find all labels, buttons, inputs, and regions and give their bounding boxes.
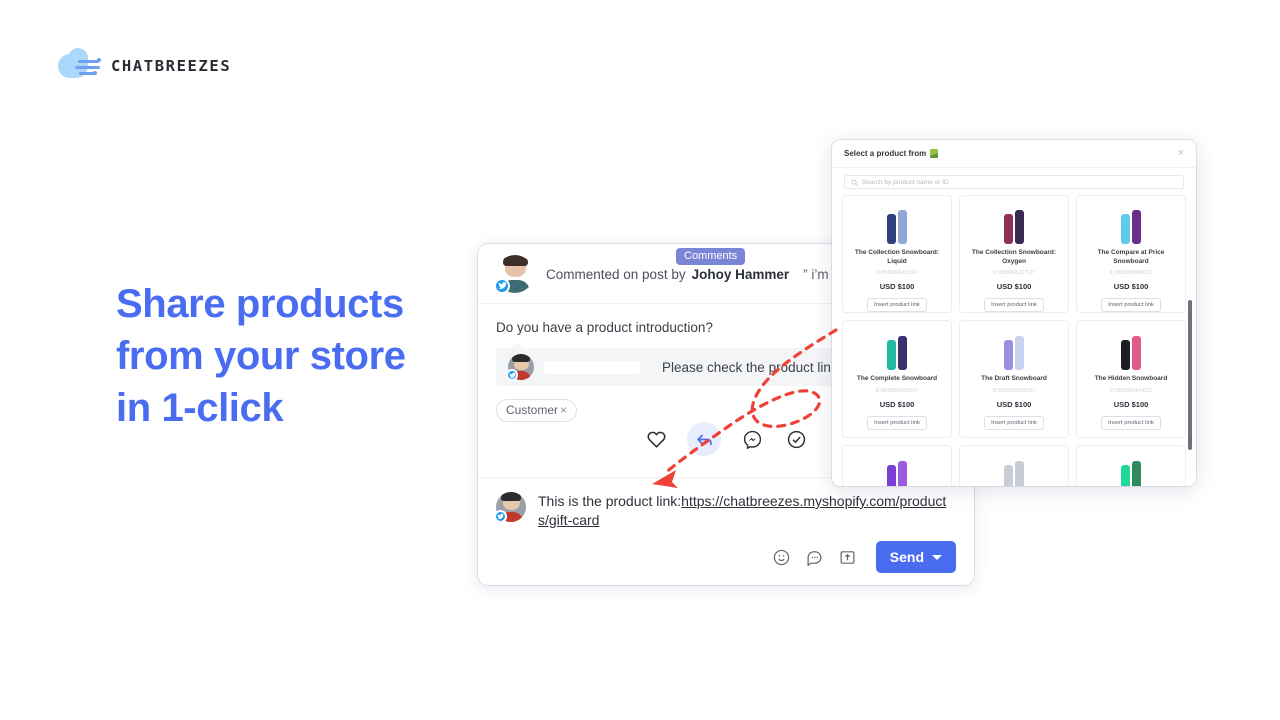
modal-title: Select a product from bbox=[844, 149, 939, 158]
product-card[interactable] bbox=[959, 445, 1069, 486]
reply-input[interactable]: This is the product link:https://chatbre… bbox=[538, 492, 950, 530]
status-badge: Comments bbox=[676, 248, 746, 265]
product-image bbox=[1004, 453, 1024, 486]
product-card[interactable]: The Draft Snowboard ID:8635805008151 USD $… bbox=[959, 320, 1069, 438]
quick-reply-icon[interactable] bbox=[806, 549, 823, 566]
messenger-icon[interactable] bbox=[739, 426, 765, 452]
product-grid: The Collection Snowboard: Liquid ID:86358… bbox=[832, 195, 1196, 486]
product-price: USD $100 bbox=[1113, 399, 1149, 409]
avatar bbox=[494, 254, 534, 294]
product-price: USD $100 bbox=[996, 399, 1032, 409]
product-image bbox=[887, 203, 907, 244]
insert-product-link-button[interactable]: Insert product link bbox=[1101, 415, 1161, 430]
twitter-badge-icon bbox=[494, 510, 507, 523]
product-card[interactable]: The Complete Snowboard ID:8635804909847 US… bbox=[842, 320, 952, 438]
product-id: ID:8635805237527 bbox=[992, 270, 1036, 276]
scrollbar[interactable] bbox=[1188, 300, 1192, 450]
search-input[interactable]: Search by product name or ID bbox=[844, 175, 1184, 189]
product-name: The Hidden Snowboard bbox=[1094, 375, 1168, 382]
check-circle-icon[interactable] bbox=[783, 426, 809, 452]
product-price: USD $100 bbox=[996, 282, 1032, 291]
cloud-wind-icon bbox=[58, 48, 102, 80]
send-button[interactable]: Send bbox=[875, 541, 956, 573]
emoji-icon[interactable] bbox=[773, 549, 790, 566]
product-image bbox=[887, 453, 907, 486]
product-image bbox=[1121, 453, 1141, 486]
product-id: ID:8635804844311 bbox=[1109, 387, 1153, 394]
twitter-badge-icon bbox=[494, 277, 510, 294]
product-image bbox=[1004, 328, 1024, 370]
product-card[interactable]: The Hidden Snowboard ID:8635804844311 USD … bbox=[1076, 320, 1186, 438]
product-id: ID:8635805040215 bbox=[1109, 270, 1153, 276]
product-card[interactable] bbox=[1076, 445, 1186, 486]
modal-header: Select a product from × bbox=[832, 140, 1196, 168]
insert-product-link-button[interactable]: Insert product link bbox=[984, 415, 1044, 430]
product-name: The Collection Snowboard: Liquid bbox=[854, 249, 940, 265]
product-id: ID:8635804909847 bbox=[875, 387, 919, 394]
product-image bbox=[887, 328, 907, 370]
compose-toolbar: Send bbox=[478, 529, 974, 585]
close-icon[interactable]: × bbox=[560, 403, 567, 417]
chevron-down-icon[interactable] bbox=[932, 554, 942, 560]
post-author: Johoy Hammer bbox=[691, 267, 790, 282]
avatar bbox=[506, 354, 534, 381]
search-icon bbox=[851, 179, 858, 186]
heart-icon[interactable] bbox=[643, 426, 669, 452]
commented-on-label: Commented on post by bbox=[546, 267, 686, 282]
avatar bbox=[494, 492, 526, 523]
twitter-badge-icon bbox=[506, 369, 518, 381]
headline-line-1: Share products bbox=[116, 282, 404, 326]
product-card[interactable]: The Compare at Price Snowboard ID:8635805… bbox=[1076, 195, 1186, 313]
modal-title-label: Select a product from bbox=[844, 149, 927, 158]
product-card[interactable]: The Collection Snowboard: Liquid ID:86358… bbox=[842, 195, 952, 313]
product-name: The Collection Snowboard: Oxygen bbox=[971, 249, 1057, 265]
headline-line-2: from your store bbox=[116, 334, 406, 378]
reply-icon[interactable] bbox=[687, 422, 721, 456]
headline-line-3: in 1-click bbox=[116, 386, 284, 430]
product-id: ID:8635805008151 bbox=[992, 387, 1036, 394]
brand-name: CHATBREEZES bbox=[111, 57, 232, 75]
product-image bbox=[1121, 203, 1141, 244]
product-name: The Complete Snowboard bbox=[856, 375, 938, 382]
product-price: USD $100 bbox=[879, 282, 915, 291]
product-name: The Compare at Price Snowboard bbox=[1097, 249, 1165, 265]
modal-search-wrap: Search by product name or ID bbox=[832, 168, 1196, 195]
customer-tag-chip[interactable]: Customer × bbox=[496, 399, 578, 422]
product-image bbox=[1004, 203, 1024, 244]
shopify-icon bbox=[930, 149, 939, 158]
upload-folder-icon[interactable] bbox=[839, 549, 856, 566]
customer-tag-label: Customer bbox=[506, 403, 559, 417]
reply-prefix: This is the product link: bbox=[538, 493, 682, 509]
brand-logo: CHATBREEZES bbox=[48, 40, 240, 92]
product-price: USD $100 bbox=[879, 399, 915, 409]
insert-product-link-button[interactable]: Insert product link bbox=[867, 298, 927, 312]
search-placeholder: Search by product name or ID bbox=[862, 178, 949, 186]
insert-product-link-button[interactable]: Insert product link bbox=[867, 415, 927, 430]
insert-product-link-button[interactable]: Insert product link bbox=[984, 298, 1044, 312]
product-image bbox=[1121, 328, 1141, 370]
bubble-placeholder bbox=[544, 360, 640, 374]
close-icon[interactable]: × bbox=[1178, 148, 1184, 159]
insert-product-link-button[interactable]: Insert product link bbox=[1101, 298, 1161, 312]
product-card[interactable]: The Collection Snowboard: Oxygen ID:86358… bbox=[959, 195, 1069, 313]
product-id: ID:8635805401367 bbox=[875, 270, 919, 276]
product-price: USD $100 bbox=[1113, 282, 1149, 291]
send-button-label: Send bbox=[889, 549, 924, 565]
product-name: The Draft Snowboard bbox=[981, 375, 1047, 382]
page-root: CHATBREEZES Share products from your sto… bbox=[0, 0, 1280, 720]
page-title: Share products from your store in 1-clic… bbox=[116, 278, 476, 434]
product-picker-modal: Select a product from × Search by produc… bbox=[832, 140, 1196, 486]
product-card[interactable] bbox=[842, 445, 952, 486]
